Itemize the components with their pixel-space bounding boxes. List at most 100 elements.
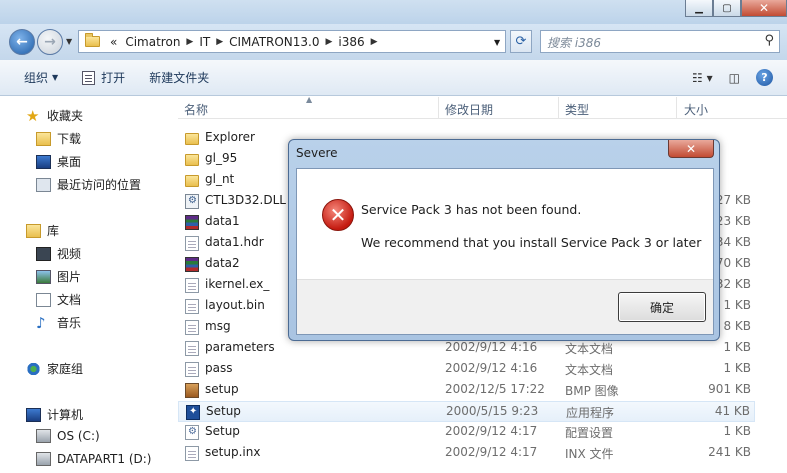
file-name: gl_nt bbox=[205, 172, 235, 186]
downloads-icon bbox=[36, 131, 51, 146]
file-type: 配置设置 bbox=[565, 426, 614, 440]
error-dialog: Severe ✕ ✕ Service Pack 3 has not been f… bbox=[288, 139, 720, 341]
navigation-pane: ★ 收藏夹 下载 桌面 最近访问的位置 库 视频 图片 文档 ♪ 音乐 家庭组 计算… bbox=[0, 97, 178, 473]
sidebar-item-label: 库 bbox=[47, 224, 60, 238]
search-icon[interactable]: ⚲ bbox=[764, 33, 774, 48]
preview-pane-icon[interactable]: ◫ bbox=[729, 71, 740, 85]
file-size: 32 KB bbox=[715, 277, 751, 291]
column-name[interactable]: 名称 bbox=[184, 101, 208, 118]
breadcrumb-separator-icon[interactable]: ▶ bbox=[324, 37, 335, 47]
address-bar[interactable]: « Cimatron ▶ IT ▶ CIMATRON13.0 ▶ i386 ▶ bbox=[78, 30, 506, 53]
refresh-button[interactable]: ⟳ bbox=[510, 30, 532, 53]
file-size: 241 KB bbox=[708, 445, 751, 459]
sidebar-item-recent[interactable]: 最近访问的位置 bbox=[36, 176, 141, 193]
file-name: layout.bin bbox=[205, 298, 265, 312]
sidebar-item-drive-c[interactable]: OS (C:) bbox=[36, 429, 100, 443]
file-row[interactable]: pass 2002/9/12 4:16 文本文档 1 KB bbox=[178, 359, 755, 380]
open-button[interactable]: 打开 bbox=[82, 69, 125, 86]
dialog-message: Service Pack 3 has not been found. bbox=[361, 202, 582, 217]
organize-button[interactable]: 组织 ▼ bbox=[24, 69, 58, 86]
view-controls: ☷ ▾ ◫ ? bbox=[692, 69, 773, 86]
sidebar-item-downloads[interactable]: 下载 bbox=[36, 130, 81, 147]
sidebar-item-music[interactable]: ♪ 音乐 bbox=[36, 314, 81, 331]
file-row[interactable]: setup 2002/12/5 17:22 BMP 图像 901 KB bbox=[178, 380, 755, 401]
column-divider[interactable] bbox=[676, 97, 677, 119]
open-icon bbox=[82, 70, 96, 85]
dialog-button-area: 确定 bbox=[297, 279, 713, 334]
file-date: 2002/12/5 17:22 bbox=[445, 382, 545, 396]
column-header: ▲ 名称 修改日期 类型 大小 bbox=[178, 95, 787, 119]
close-button[interactable]: ✕ bbox=[741, 0, 787, 17]
file-name: CTL3D32.DLL bbox=[205, 193, 286, 207]
file-name: pass bbox=[205, 361, 233, 375]
drive-icon bbox=[36, 429, 51, 443]
file-name: msg bbox=[205, 319, 231, 333]
sidebar-item-label: 音乐 bbox=[57, 316, 82, 330]
column-size[interactable]: 大小 bbox=[684, 101, 708, 118]
sidebar-item-homegroup[interactable]: 家庭组 bbox=[26, 360, 83, 377]
homegroup-icon bbox=[26, 361, 41, 376]
file-size: 34 KB bbox=[715, 235, 751, 249]
sidebar-item-desktop[interactable]: 桌面 bbox=[36, 153, 81, 170]
history-dropdown-icon[interactable]: ▼ bbox=[66, 37, 72, 46]
minimize-button[interactable]: ▁ bbox=[685, 0, 713, 17]
file-row[interactable]: Setup 2002/9/12 4:17 配置设置 1 KB bbox=[178, 422, 755, 443]
drive-icon bbox=[36, 452, 51, 466]
file-size: 1 KB bbox=[723, 361, 751, 375]
file-date: 2002/9/12 4:16 bbox=[445, 361, 538, 375]
sidebar-item-videos[interactable]: 视频 bbox=[36, 245, 81, 262]
breadcrumb-item[interactable]: IT bbox=[195, 35, 214, 49]
sidebar-item-label: DATAPART1 (D:) bbox=[57, 452, 152, 466]
help-icon[interactable]: ? bbox=[756, 69, 773, 86]
file-row[interactable]: Setup 2000/5/15 9:23 应用程序 41 KB bbox=[178, 401, 755, 422]
sidebar-item-drive-d[interactable]: DATAPART1 (D:) bbox=[36, 452, 151, 466]
address-dropdown-icon[interactable]: ▼ bbox=[494, 38, 500, 47]
file-name: data1.hdr bbox=[205, 235, 264, 249]
folder-icon bbox=[185, 175, 199, 187]
column-type[interactable]: 类型 bbox=[565, 101, 589, 118]
dialog-close-button[interactable]: ✕ bbox=[668, 140, 714, 158]
rar-icon bbox=[185, 257, 199, 272]
search-input[interactable]: 搜索 i386 ⚲ bbox=[540, 30, 780, 53]
sidebar-item-computer[interactable]: 计算机 bbox=[26, 406, 83, 423]
ini-icon bbox=[185, 425, 199, 440]
sort-ascending-icon: ▲ bbox=[306, 95, 313, 104]
forward-button[interactable]: → bbox=[37, 29, 63, 55]
breadcrumb-item[interactable]: Cimatron bbox=[121, 35, 184, 49]
breadcrumb-item[interactable]: i386 bbox=[334, 35, 368, 49]
column-divider[interactable] bbox=[438, 97, 439, 119]
column-divider[interactable] bbox=[558, 97, 559, 119]
back-button[interactable]: ← bbox=[9, 29, 35, 55]
breadcrumb-separator-icon[interactable]: ▶ bbox=[184, 37, 195, 47]
breadcrumb-separator-icon[interactable]: ▶ bbox=[214, 37, 225, 47]
file-date: 2002/9/12 4:17 bbox=[445, 424, 538, 438]
view-mode-icon[interactable]: ☷ ▾ bbox=[692, 71, 713, 85]
rar-icon bbox=[185, 215, 199, 230]
sidebar-item-pictures[interactable]: 图片 bbox=[36, 268, 81, 285]
sidebar-item-libraries[interactable]: 库 bbox=[26, 222, 59, 239]
sidebar-item-label: 文档 bbox=[57, 293, 82, 307]
breadcrumb-overflow[interactable]: « bbox=[106, 35, 121, 49]
breadcrumb-separator-icon[interactable]: ▶ bbox=[369, 37, 380, 47]
file-row[interactable]: setup.inx 2002/9/12 4:17 INX 文件 241 KB bbox=[178, 443, 755, 464]
file-size: 23 KB bbox=[715, 214, 751, 228]
file-type: 应用程序 bbox=[566, 406, 615, 420]
doc-icon bbox=[185, 446, 199, 461]
file-row[interactable]: parameters 2002/9/12 4:16 文本文档 1 KB bbox=[178, 338, 755, 359]
column-date[interactable]: 修改日期 bbox=[445, 101, 493, 118]
file-size: 8 KB bbox=[723, 319, 751, 333]
doc-icon bbox=[185, 299, 199, 314]
file-type: 文本文档 bbox=[565, 342, 614, 356]
dialog-body: ✕ Service Pack 3 has not been found. We … bbox=[296, 168, 714, 335]
star-icon: ★ bbox=[26, 106, 40, 125]
maximize-button[interactable]: ▢ bbox=[713, 0, 741, 17]
window-controls: ▁ ▢ ✕ bbox=[685, 0, 787, 18]
new-folder-label: 新建文件夹 bbox=[149, 71, 210, 85]
sidebar-item-documents[interactable]: 文档 bbox=[36, 291, 81, 308]
sidebar-item-favorites[interactable]: ★ 收藏夹 bbox=[26, 107, 83, 124]
file-name: ikernel.ex_ bbox=[205, 277, 270, 291]
ok-button[interactable]: 确定 bbox=[618, 292, 706, 322]
file-name: Explorer bbox=[205, 130, 255, 144]
new-folder-button[interactable]: 新建文件夹 bbox=[149, 69, 209, 86]
breadcrumb-item[interactable]: CIMATRON13.0 bbox=[225, 35, 323, 49]
